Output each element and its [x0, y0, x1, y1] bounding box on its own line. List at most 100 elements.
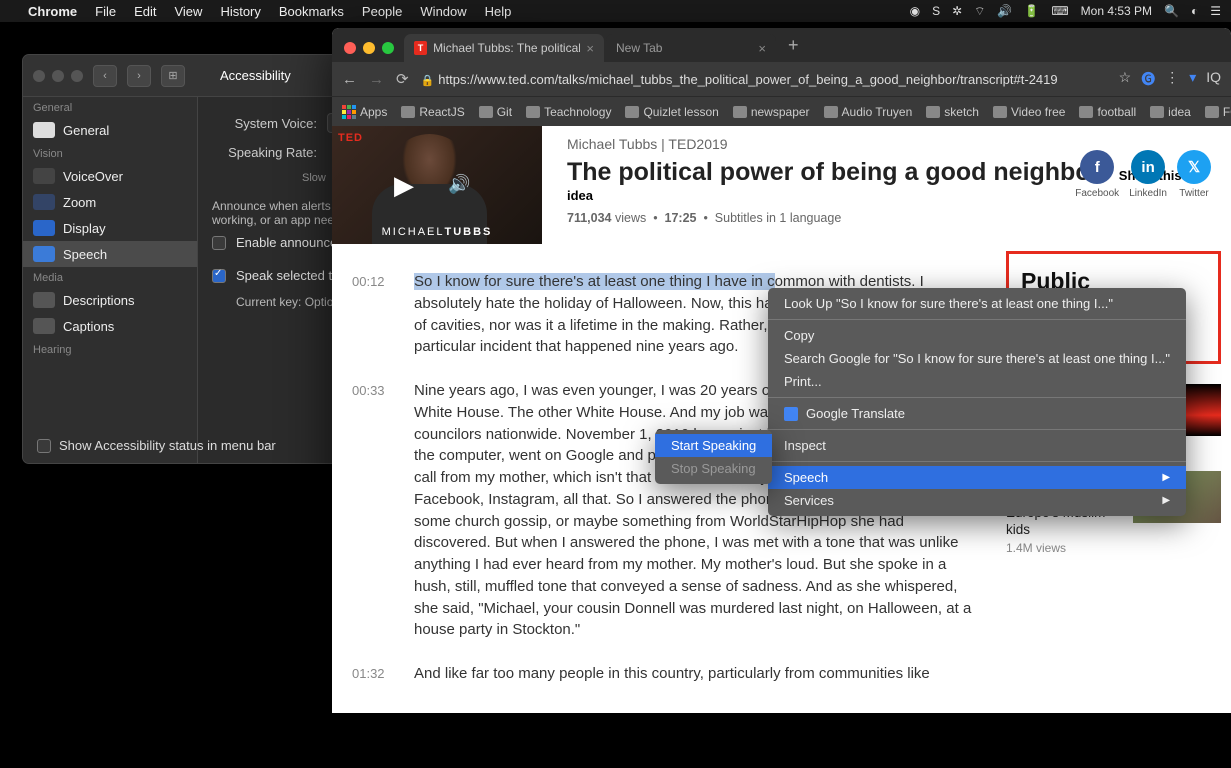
- menu-window[interactable]: Window: [420, 4, 466, 19]
- window-close-button[interactable]: [33, 70, 45, 82]
- translate-extension-icon[interactable]: 🅖: [1141, 69, 1155, 89]
- url-field[interactable]: 🔒https://www.ted.com/talks/michael_tubbs…: [421, 72, 1107, 87]
- new-tab-button[interactable]: +: [778, 35, 809, 62]
- bookmark-folder[interactable]: Video free: [993, 105, 1066, 119]
- input-source-icon[interactable]: ⌨: [1051, 4, 1068, 18]
- menu-bookmarks[interactable]: Bookmarks: [279, 4, 344, 19]
- bookmark-folder[interactable]: Teachnology: [526, 105, 611, 119]
- wifi-icon[interactable]: ⌔: [974, 4, 985, 19]
- show-status-checkbox[interactable]: [37, 439, 51, 453]
- start-speaking[interactable]: Start Speaking: [655, 434, 772, 457]
- menu-history[interactable]: History: [220, 4, 260, 19]
- status-icon[interactable]: ◉: [910, 4, 920, 18]
- context-speech[interactable]: Speech▶: [768, 466, 1186, 489]
- folder-icon: [401, 106, 415, 118]
- folder-icon: [926, 106, 940, 118]
- sidebar-item-speech[interactable]: Speech: [23, 241, 197, 267]
- notification-center-icon[interactable]: ☰: [1210, 4, 1221, 18]
- context-services[interactable]: Services▶: [768, 489, 1186, 512]
- bookmark-folder[interactable]: Git: [479, 105, 512, 119]
- speak-selected-checkbox[interactable]: [212, 269, 226, 283]
- context-print[interactable]: Print...: [768, 370, 1186, 393]
- sidebar-item-voiceover[interactable]: VoiceOver: [23, 163, 197, 189]
- share-linkedin[interactable]: inLinkedIn: [1129, 150, 1167, 199]
- timestamp[interactable]: 01:32: [352, 663, 392, 685]
- browser-tab-active[interactable]: T Michael Tubbs: The political p ×: [404, 34, 604, 62]
- menu-help[interactable]: Help: [485, 4, 512, 19]
- reload-icon[interactable]: ⟳: [396, 70, 409, 88]
- browser-tab[interactable]: New Tab ×: [606, 34, 776, 62]
- window-minimize-button[interactable]: [363, 42, 375, 54]
- active-app-name[interactable]: Chrome: [28, 4, 77, 19]
- address-bar: ← → ⟳ 🔒https://www.ted.com/talks/michael…: [332, 62, 1231, 96]
- bookmark-folder[interactable]: Audio Truyen: [824, 105, 913, 119]
- zoom-icon: [33, 194, 55, 210]
- siri-icon[interactable]: ◐: [1191, 4, 1198, 18]
- sidebar-item-descriptions[interactable]: Descriptions: [23, 287, 197, 313]
- separator: [768, 397, 1186, 398]
- apps-button[interactable]: Apps: [342, 105, 387, 119]
- transcript-block: 01:32 And like far too many people in th…: [352, 663, 976, 685]
- volume-icon[interactable]: 🔊: [997, 4, 1012, 18]
- menu-people[interactable]: People: [362, 4, 402, 19]
- sidebar-item-display[interactable]: Display: [23, 215, 197, 241]
- extension-icon[interactable]: ▾: [1189, 69, 1196, 89]
- window-title: Accessibility: [220, 68, 291, 83]
- battery-icon[interactable]: 🔋: [1024, 4, 1039, 18]
- forward-button[interactable]: ›: [127, 65, 151, 87]
- separator: [768, 461, 1186, 462]
- menubar-clock[interactable]: Mon 4:53 PM: [1081, 4, 1152, 18]
- sidebar-item-captions[interactable]: Captions: [23, 313, 197, 339]
- window-zoom-button[interactable]: [382, 42, 394, 54]
- slow-label: Slow: [302, 172, 326, 184]
- bookmark-folder[interactable]: Quizlet lesson: [625, 105, 718, 119]
- status-icon[interactable]: ✲: [952, 4, 962, 18]
- volume-icon[interactable]: 🔊: [448, 174, 470, 195]
- tab-close-icon[interactable]: ×: [758, 41, 766, 56]
- context-inspect[interactable]: Inspect: [768, 434, 1186, 457]
- submenu-arrow-icon: ▶: [1162, 495, 1170, 506]
- menu-file[interactable]: File: [95, 4, 116, 19]
- skype-icon[interactable]: S: [932, 4, 940, 18]
- speech-icon: [33, 246, 55, 262]
- sidebar-item-zoom[interactable]: Zoom: [23, 189, 197, 215]
- back-button[interactable]: ‹: [93, 65, 117, 87]
- transcript-text[interactable]: And like far too many people in this cou…: [414, 663, 976, 685]
- bookmark-folder[interactable]: sketch: [926, 105, 979, 119]
- video-thumbnail[interactable]: TED ▶ 🔊 MICHAELTUBBS: [332, 126, 542, 244]
- share-facebook[interactable]: fFacebook: [1075, 150, 1119, 199]
- share-twitter[interactable]: 𝕏Twitter: [1177, 150, 1211, 199]
- window-zoom-button[interactable]: [71, 70, 83, 82]
- context-google-translate[interactable]: Google Translate: [768, 402, 1186, 425]
- forward-icon[interactable]: →: [369, 71, 384, 88]
- star-bookmark-icon[interactable]: ☆: [1119, 69, 1132, 89]
- menu-edit[interactable]: Edit: [134, 4, 156, 19]
- bookmark-folder[interactable]: idea: [1150, 105, 1191, 119]
- bookmark-folder[interactable]: FCS: [1205, 105, 1231, 119]
- extension-icon[interactable]: ⋮: [1165, 69, 1179, 89]
- ted-logo: TED: [338, 132, 363, 144]
- extension-icon[interactable]: IQ: [1206, 69, 1221, 89]
- sidebar-item-general[interactable]: General: [23, 117, 197, 143]
- back-icon[interactable]: ←: [342, 71, 357, 88]
- grid-view-button[interactable]: ⊞: [161, 65, 185, 87]
- folder-icon: [1205, 106, 1219, 118]
- submenu-arrow-icon: ▶: [1162, 472, 1170, 483]
- bookmark-folder[interactable]: ReactJS: [401, 105, 464, 119]
- timestamp[interactable]: 00:33: [352, 380, 392, 641]
- context-search-google[interactable]: Search Google for "So I know for sure th…: [768, 347, 1186, 370]
- voiceover-icon: [33, 168, 55, 184]
- tab-close-icon[interactable]: ×: [586, 41, 594, 56]
- enable-announcements-checkbox[interactable]: [212, 236, 226, 250]
- window-close-button[interactable]: [344, 42, 356, 54]
- talk-title: The political power of being a good neig…: [567, 158, 1100, 186]
- spotlight-icon[interactable]: 🔍: [1164, 4, 1179, 18]
- context-copy[interactable]: Copy: [768, 324, 1186, 347]
- menu-view[interactable]: View: [174, 4, 202, 19]
- bookmark-folder[interactable]: newspaper: [733, 105, 810, 119]
- play-icon[interactable]: ▶: [394, 170, 414, 201]
- bookmark-folder[interactable]: football: [1079, 105, 1136, 119]
- context-lookup[interactable]: Look Up "So I know for sure there's at l…: [768, 292, 1186, 315]
- window-minimize-button[interactable]: [52, 70, 64, 82]
- timestamp[interactable]: 00:12: [352, 271, 392, 358]
